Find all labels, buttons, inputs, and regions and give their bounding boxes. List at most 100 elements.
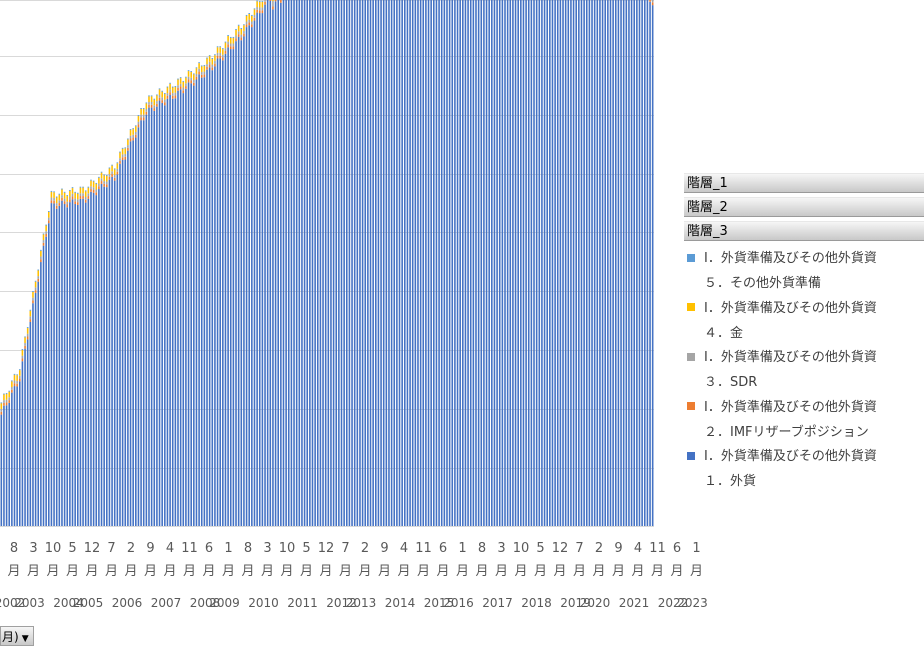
tick-label: 1 <box>692 541 700 556</box>
bar-segment-4 <box>216 47 219 53</box>
bar-segment-1 <box>609 0 612 526</box>
bar-segment-4 <box>50 191 53 198</box>
bar-segment-3 <box>71 193 74 197</box>
bar-segment-1 <box>40 262 42 526</box>
bar-segment-1 <box>37 281 40 526</box>
bar-segment-1 <box>124 159 127 526</box>
bar-segment-1 <box>419 0 422 526</box>
bar-segment-2 <box>84 199 87 203</box>
bar-segment-2 <box>229 46 232 50</box>
bar-segment-1 <box>148 107 150 527</box>
bar-segment-1 <box>501 0 504 527</box>
legend-swatch <box>687 352 695 361</box>
bar-segment-2 <box>200 74 203 78</box>
bar-segment-5 <box>0 402 3 404</box>
bar-segment-5 <box>235 28 237 30</box>
bar-segment-2 <box>53 200 55 204</box>
bar-segment-1 <box>638 0 641 527</box>
bar-segment-2 <box>3 402 5 406</box>
bar-segment-1 <box>438 0 440 527</box>
tick-label: 7 <box>575 541 583 556</box>
bar-segment-3 <box>161 97 163 101</box>
bar-segment-5 <box>211 58 214 59</box>
bar-segment-3 <box>121 154 124 158</box>
bar-segment-5 <box>116 162 119 164</box>
bar-segment-2 <box>164 102 166 106</box>
bar-segment-3 <box>100 178 103 182</box>
legend-field-2[interactable]: 階層_2 <box>684 197 924 217</box>
bar-segment-5 <box>111 164 113 166</box>
bar-segment-1 <box>572 0 575 527</box>
bar-segment-1 <box>34 292 37 526</box>
tick-month-label: 月 <box>495 564 508 579</box>
bar-segment-1 <box>372 0 374 527</box>
legend-field-3[interactable]: 階層_3 <box>684 221 924 241</box>
bar-segment-5 <box>21 349 24 351</box>
bar-segment-5 <box>5 393 8 395</box>
bar-segment-3 <box>224 48 227 51</box>
bar-segment-1 <box>203 77 206 526</box>
bar-segment-4 <box>171 87 174 94</box>
axis-field-button[interactable]: 月) ▼ <box>0 626 34 646</box>
bar-segment-2 <box>269 0 272 1</box>
bar-segment-1 <box>559 0 562 527</box>
bar-segment-2 <box>113 177 116 181</box>
bar-segment-4 <box>195 68 198 74</box>
bar-segment-2 <box>55 205 58 209</box>
bar-segment-1 <box>227 47 229 527</box>
bar-segment-1 <box>206 69 208 526</box>
bar-segment-5 <box>232 36 235 38</box>
bar-segment-2 <box>119 160 121 164</box>
bar-segment-2 <box>174 95 177 99</box>
bar-segment-3 <box>179 83 182 87</box>
bar-segment-2 <box>132 137 134 141</box>
bar-segment-1 <box>604 0 606 526</box>
tick-month-label: 月 <box>7 564 20 579</box>
bar-segment-5 <box>142 108 145 110</box>
bar-segment-3 <box>248 19 250 23</box>
bar-segment-2 <box>161 100 163 103</box>
bar-segment-3 <box>140 114 142 118</box>
bar-segment-1 <box>150 107 153 527</box>
bar-segment-1 <box>100 183 103 526</box>
axis-field-label: 月) <box>2 630 19 644</box>
bar-segment-1 <box>316 0 319 526</box>
bar-segment-2 <box>42 242 45 246</box>
bar-segment-3 <box>203 71 206 75</box>
bar-segment-3 <box>129 135 132 139</box>
legend-field-1[interactable]: 階層_1 <box>684 173 924 193</box>
bar-segment-2 <box>171 95 174 99</box>
bar-segment-3 <box>258 7 261 11</box>
tick-month-label: 月 <box>27 564 40 579</box>
tick-month-label: 月 <box>592 564 605 579</box>
tick-label: 12 <box>318 541 335 556</box>
bar-segment-1 <box>285 0 287 526</box>
bar-segment-2 <box>34 290 37 293</box>
bar-segment-3 <box>153 105 156 109</box>
bar-segment-3 <box>264 0 266 2</box>
bar-segment-5 <box>240 28 243 29</box>
bar-segment-1 <box>8 402 11 526</box>
tick-label: 3 <box>497 541 505 556</box>
bar-segment-1 <box>185 88 187 526</box>
bar-segment-2 <box>232 46 235 50</box>
bar-segment-1 <box>129 141 132 527</box>
bar-segment-4 <box>148 96 150 102</box>
tick-label: 4 <box>166 541 174 556</box>
bar-segment-1 <box>198 74 200 526</box>
bar-segment-2 <box>179 86 182 90</box>
tick-month-label: 月 <box>378 564 391 579</box>
bar-segment-5 <box>185 76 187 78</box>
bar-segment-4 <box>71 188 74 194</box>
bar-segment-2 <box>98 186 100 190</box>
bar-segment-3 <box>245 21 248 25</box>
bar-segment-5 <box>84 190 87 192</box>
tick-month-label: 月 <box>573 564 586 579</box>
bar-segment-1 <box>322 0 324 526</box>
bar-segment-1 <box>5 405 8 526</box>
bar-segment-1 <box>243 36 245 526</box>
bar-segment-3 <box>135 131 137 135</box>
bar-segment-1 <box>303 0 306 527</box>
dropdown-arrow-icon[interactable]: ▼ <box>22 634 29 644</box>
bar-segment-1 <box>375 0 377 526</box>
